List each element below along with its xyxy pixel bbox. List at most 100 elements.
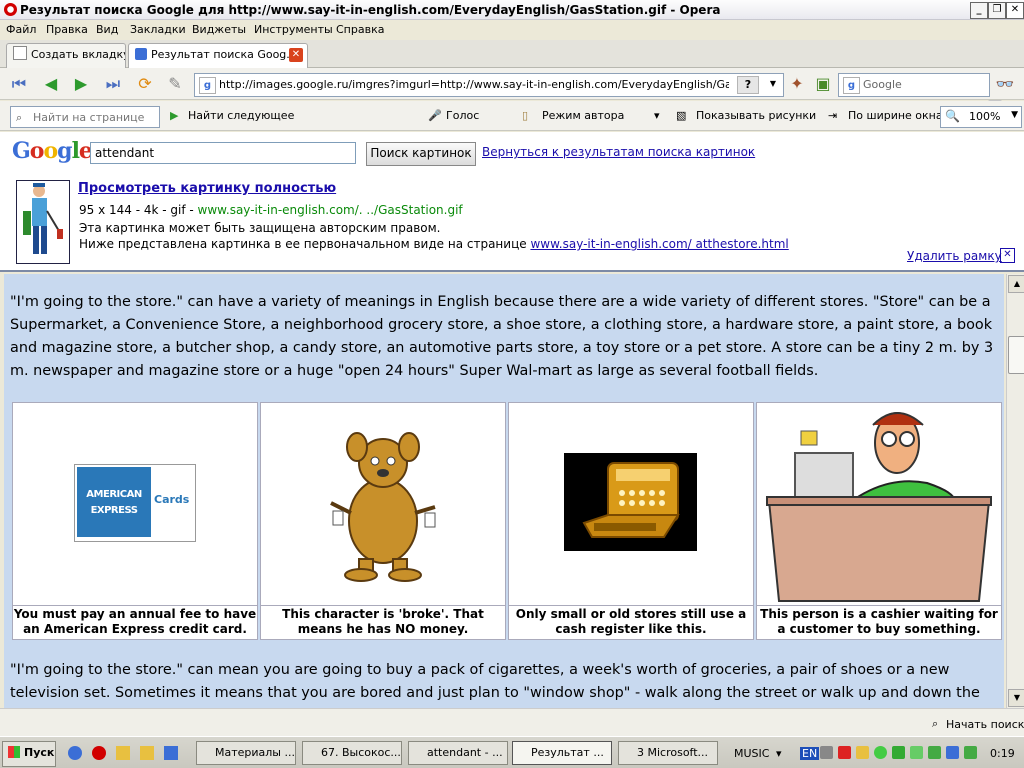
tray-app-icon[interactable]: [856, 746, 869, 759]
bookmark-page-icon[interactable]: ▣: [812, 73, 834, 95]
vertical-scrollbar[interactable]: ▲ ▼: [1006, 274, 1024, 708]
caption-cash-register: Only small or old stores still use a cas…: [508, 605, 754, 640]
windows-flag-icon: [8, 746, 20, 758]
tab-new[interactable]: Создать вкладку: [6, 43, 126, 68]
copyright-note: Эта картинка может быть защищена авторск…: [79, 221, 441, 235]
menu-bookmarks[interactable]: Закладки: [130, 23, 186, 36]
close-window-button[interactable]: ✕: [1006, 2, 1024, 19]
tray-app-icon[interactable]: [928, 746, 941, 759]
network-icon[interactable]: [820, 746, 833, 759]
amex-logo: AMERICAN EXPRESS: [77, 467, 151, 537]
gas-station-thumbnail[interactable]: [16, 180, 70, 264]
image-search-button[interactable]: Поиск картинок: [366, 142, 476, 166]
scroll-down-icon[interactable]: ▼: [1008, 689, 1024, 707]
forward-icon[interactable]: ▶: [70, 73, 92, 95]
reload-icon[interactable]: ⟳: [134, 73, 156, 95]
address-url: http://images.google.ru/imgres?imgurl=ht…: [219, 78, 729, 91]
rewind-icon[interactable]: ⏮: [8, 73, 30, 95]
broke-character-cell: [260, 402, 506, 606]
cash-register-cell: [508, 402, 754, 606]
menu-edit[interactable]: Правка: [46, 23, 88, 36]
task-attendant[interactable]: attendant - ...: [408, 741, 508, 765]
google-search-icon: g: [843, 77, 860, 94]
close-tab-icon[interactable]: ✕: [289, 48, 303, 62]
back-to-results-link[interactable]: Вернуться к результатам поиска картинок: [482, 145, 755, 159]
find-on-page-input[interactable]: ⌕ Найти на странице: [10, 106, 160, 128]
bluetooth-icon[interactable]: [946, 746, 959, 759]
find-bar: ⌕ Найти на странице ▶ Найти следующее 🎤 …: [0, 101, 1024, 131]
address-help-button[interactable]: ?: [737, 76, 759, 94]
scroll-thumb[interactable]: [1008, 336, 1024, 374]
image-info-site: www.say-it-in-english.com/. ../GasStatio…: [197, 203, 463, 217]
zoom-select[interactable]: 🔍 100% ▼: [940, 106, 1022, 128]
ie-icon[interactable]: [68, 746, 82, 760]
voice-button[interactable]: Голос: [446, 109, 479, 122]
find-next-button[interactable]: Найти следующее: [188, 109, 294, 122]
source-page-text: Ниже представлена картинка в ее первонач…: [79, 237, 531, 251]
caption-amex: You must pay an annual fee to have an Am…: [12, 605, 258, 640]
antivirus-icon[interactable]: [838, 746, 851, 759]
back-icon[interactable]: ◀: [40, 73, 62, 95]
cashier-cell: [756, 402, 1002, 606]
fit-width-button[interactable]: По ширине окна: [848, 109, 943, 122]
chevron-down-icon[interactable]: ▼: [765, 76, 781, 92]
glasses-icon[interactable]: 👓: [994, 73, 1016, 95]
author-mode-button[interactable]: Режим автора: [542, 109, 624, 122]
menu-tools[interactable]: Инструменты: [254, 23, 333, 36]
task-materials[interactable]: Материалы ...: [196, 741, 296, 765]
find-placeholder: Найти на странице: [33, 111, 145, 124]
music-label[interactable]: MUSIC: [734, 747, 769, 760]
search-engine-box[interactable]: g Google: [838, 73, 990, 97]
app-icon[interactable]: [164, 746, 178, 760]
close-frame-icon[interactable]: ✕: [1000, 248, 1015, 263]
picture-table: AMERICAN EXPRESS Cards You must pay an a…: [12, 401, 1002, 640]
source-page-note: Ниже представлена картинка в ее первонач…: [79, 237, 789, 251]
edit-icon[interactable]: ✎: [164, 73, 186, 95]
fast-forward-icon[interactable]: ⏭: [102, 73, 124, 95]
wand-icon[interactable]: ✦: [786, 73, 808, 95]
menu-widgets[interactable]: Виджеты: [192, 23, 246, 36]
google-logo[interactable]: Google: [12, 138, 93, 164]
play-icon: ▶: [170, 109, 179, 122]
cashier-icon: [766, 412, 992, 602]
tray-green-icon[interactable]: [874, 746, 887, 759]
address-bar[interactable]: g http://images.google.ru/imgres?imgurl=…: [194, 73, 784, 97]
tray-app-icon[interactable]: [964, 746, 977, 759]
menu-file[interactable]: Файл: [6, 23, 36, 36]
show-images-button[interactable]: Показывать рисунки: [696, 109, 816, 122]
author-mode-dropdown-icon[interactable]: ▾: [654, 109, 660, 122]
language-indicator[interactable]: EN: [800, 747, 820, 760]
task-leap-year[interactable]: 67. Высокос...: [302, 741, 402, 765]
task-search-result[interactable]: Результат ...: [512, 741, 612, 765]
start-search-button[interactable]: Начать поиск: [946, 718, 1024, 731]
chevron-down-icon[interactable]: ▾: [776, 747, 782, 760]
title-bar: Результат поиска Google для http://www.s…: [0, 0, 1024, 20]
opera-icon[interactable]: [92, 746, 106, 760]
minimize-button[interactable]: _: [970, 2, 988, 19]
google-favicon-icon: [135, 48, 147, 60]
paragraph-second: "I'm going to the store." can mean you a…: [10, 662, 980, 701]
tab-active-label: Результат поиска Goog...: [151, 48, 297, 61]
caption-cashier: This person is a cashier waiting for a c…: [756, 605, 1002, 640]
google-image-frame: Google attendant Поиск картинок Вернутьс…: [0, 132, 1024, 272]
scroll-up-icon[interactable]: ▲: [1008, 275, 1024, 293]
start-button[interactable]: Пуск: [2, 741, 56, 767]
tab-active[interactable]: Результат поиска Goog... ✕: [128, 43, 308, 68]
chevron-down-icon: ▼: [1011, 110, 1018, 120]
menu-help[interactable]: Справка: [336, 23, 384, 36]
maximize-button[interactable]: ❐: [988, 2, 1006, 19]
tray-app-icon[interactable]: [892, 746, 905, 759]
amex-card-cell: AMERICAN EXPRESS Cards: [12, 402, 258, 606]
tray-app-icon[interactable]: [910, 746, 923, 759]
source-page-link[interactable]: www.say-it-in-english.com/ atthestore.ht…: [530, 237, 788, 251]
folder-icon[interactable]: [140, 746, 154, 760]
microphone-icon: 🎤: [428, 109, 442, 122]
menu-view[interactable]: Вид: [96, 23, 118, 36]
task-microsoft[interactable]: 3 Microsoft...: [618, 741, 718, 765]
image-search-input[interactable]: attendant: [90, 142, 356, 164]
remove-frame-link[interactable]: Удалить рамку: [907, 249, 1002, 263]
folder-icon[interactable]: [116, 746, 130, 760]
view-full-image-link[interactable]: Просмотреть картинку полностью: [78, 181, 336, 196]
amex-card-image: AMERICAN EXPRESS Cards: [74, 464, 196, 542]
window-title: Результат поиска Google для http://www.s…: [20, 3, 721, 17]
